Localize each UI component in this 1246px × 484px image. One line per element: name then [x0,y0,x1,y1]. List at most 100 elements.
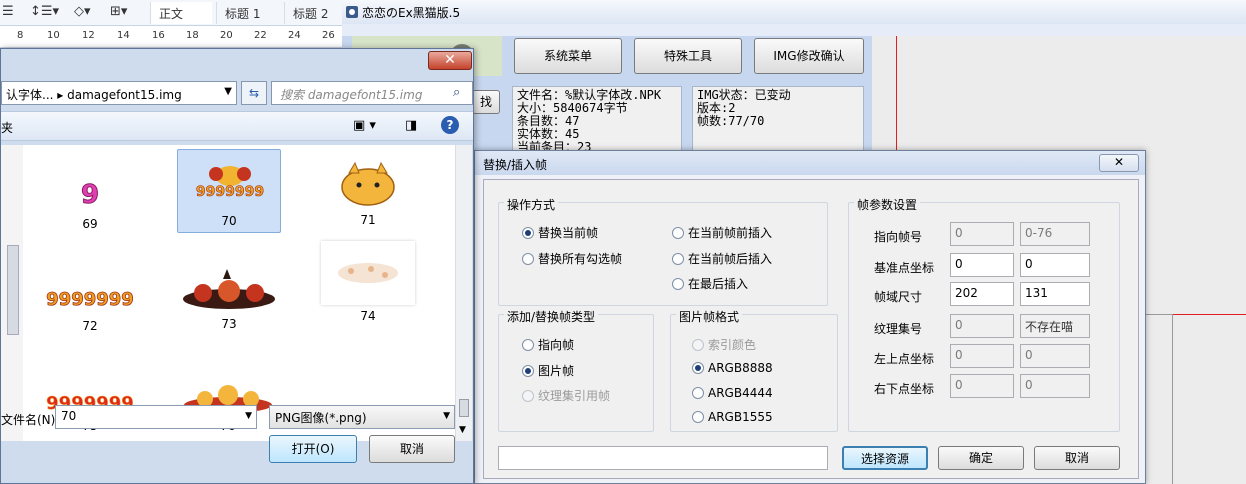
thumbnail-image [338,263,398,283]
file-open-dialog: ✕ 认字体... ▸ damagefont15.img ▼ ⇆ 搜索 damag… [0,48,474,484]
file-cancel-button[interactable]: 取消 [369,435,455,463]
ruler-tick: 18 [186,30,199,41]
ruler-tick: 26 [322,30,335,41]
editor-title: 恋恋のEx黑猫版.5 [362,6,461,20]
dialog-body: 操作方式 替换当前帧 替换所有勾选帧 在当前帧前插入 在当前帧后插入 在最后插入… [483,179,1139,479]
select-resource-button[interactable]: 选择资源 [842,446,928,470]
img-confirm-button[interactable]: IMG修改确认 [754,38,864,74]
align-icon[interactable]: ☰ [2,4,14,19]
radio-insert-after[interactable]: 在当前帧后插入 [672,250,772,267]
folder-label[interactable]: 夹 [1,119,13,136]
scroll-thumb[interactable] [459,399,469,417]
view-mode-icon[interactable]: ▣ ▾ [353,118,376,133]
thumbnail-item[interactable]: 71 [321,159,415,227]
frame-width-field[interactable]: 202 [950,282,1014,306]
file-list-scrollbar[interactable]: ▼ [455,145,472,441]
chevron-down-icon: ▼ [443,411,450,421]
top-left-x-field[interactable]: 0 [950,344,1014,368]
border-icon[interactable]: ⊞▾ [110,4,127,19]
refresh-button[interactable]: ⇆ [241,81,267,105]
base-x-field[interactable]: 0 [950,253,1014,277]
thumbnail-image: 9999999 [46,289,134,311]
chevron-down-icon[interactable]: ▼ [245,411,252,421]
scroll-thumb[interactable] [7,245,19,335]
pointer-frame-field[interactable]: 0 [950,222,1014,246]
ok-button[interactable]: 确定 [938,446,1024,470]
scroll-down-icon[interactable]: ▼ [459,425,466,435]
find-button[interactable]: 找 [472,90,500,114]
system-menu-button[interactable]: 系统菜单 [514,38,622,74]
help-icon[interactable]: ? [441,116,459,134]
filename-input[interactable]: 70 ▼ [55,405,257,429]
radio-format-argb4444[interactable]: ARGB4444 [692,386,773,400]
frame-height-field[interactable]: 131 [1020,282,1090,306]
open-button[interactable]: 打开(O) [269,435,357,463]
bottom-right-y-field[interactable]: 0 [1020,374,1090,398]
radio-label: 替换所有勾选帧 [538,252,623,266]
file-dialog-close-button[interactable]: ✕ [428,51,472,70]
radio-insert-last[interactable]: 在最后插入 [672,275,748,292]
radio-indicator [522,226,534,239]
nav-pane-scrollbar[interactable] [1,145,23,441]
radio-format-indexed[interactable]: 索引颜色 [692,336,756,353]
ruler-tick: 12 [82,30,95,41]
ruler-tick: 22 [254,30,267,41]
thumbnail-item-selected[interactable]: 9999999 70 [177,149,281,233]
style-heading-1[interactable]: 标题 1 [216,2,280,24]
dialog-close-button[interactable]: ✕ [1099,154,1139,172]
filename-label: 文件名(N): [1,413,60,427]
file-dialog-toolbar: 夹 ▣ ▾ ◨ ? [1,111,473,141]
shading-icon[interactable]: ◇▾ [74,4,91,19]
thumbnail-item[interactable]: 9 69 [43,175,137,232]
style-normal[interactable]: 正文 [150,2,212,24]
radio-label: ARGB1555 [708,410,773,424]
search-icon[interactable]: ⌕ [453,85,460,100]
texture-set-field[interactable]: 0 [950,314,1014,338]
radio-format-argb1555[interactable]: ARGB1555 [692,410,773,424]
ruler-tick: 10 [47,30,60,41]
operation-group-label: 操作方式 [504,196,559,213]
radio-label: 在当前帧前插入 [688,226,773,240]
img-info-panel: IMG状态：已变动 版本:2 帧数:77/70 [692,86,864,152]
resource-path-field[interactable] [498,446,828,470]
texture-set-status-field[interactable]: 不存在喵 [1020,314,1090,338]
radio-label: ARGB8888 [708,361,773,375]
bottom-right-x-field[interactable]: 0 [950,374,1014,398]
dialog-titlebar: 替换/插入帧 ✕ [475,151,1145,175]
top-left-y-field[interactable]: 0 [1020,344,1090,368]
special-tools-button[interactable]: 特殊工具 [634,38,742,74]
file-type-select[interactable]: PNG图像(*.png) ▼ [269,405,455,429]
base-y-field[interactable]: 0 [1020,253,1090,277]
param-label: 右下点坐标 [874,382,935,396]
radio-insert-before[interactable]: 在当前帧前插入 [672,224,772,241]
search-input[interactable]: 搜索 damagefont15.img [271,81,473,105]
radio-indicator [522,252,534,265]
breadcrumb-parent[interactable]: 认字体... [6,88,53,102]
line-spacing-icon[interactable]: ↕☰▾ [30,4,59,19]
radio-type-image[interactable]: 图片帧 [522,362,574,379]
radio-indicator [522,389,534,402]
style-heading-2[interactable]: 标题 2 [284,2,342,24]
radio-label: 纹理集引用帧 [538,389,611,403]
cancel-button[interactable]: 取消 [1034,446,1120,470]
thumbnail-item[interactable]: 9999999 72 [43,275,137,333]
breadcrumb-current[interactable]: damagefont15.img [67,88,182,102]
radio-replace-current[interactable]: 替换当前帧 [522,224,598,241]
radio-type-pointer[interactable]: 指向帧 [522,336,574,353]
thumbnail-item[interactable]: 73 [181,265,277,331]
radio-replace-all-checked[interactable]: 替换所有勾选帧 [522,250,622,267]
preview-pane-icon[interactable]: ◨ [405,118,417,133]
radio-indicator [692,411,704,423]
chevron-down-icon[interactable]: ▼ [224,86,232,97]
canvas-divider [1172,314,1173,484]
radio-indicator [692,387,704,399]
pointer-frame-range-field[interactable]: 0-76 [1020,222,1090,246]
thumbnail-item[interactable]: 74 [321,241,415,323]
thumbnail-image: 9999999 [196,166,264,200]
address-bar[interactable]: 认字体... ▸ damagefont15.img ▼ [1,81,237,105]
radio-format-argb8888[interactable]: ARGB8888 [692,361,773,375]
close-icon: ✕ [1113,155,1125,169]
image-format-group-label: 图片帧格式 [676,308,743,325]
radio-type-texture-ref[interactable]: 纹理集引用帧 [522,387,610,404]
radio-indicator [522,364,534,377]
